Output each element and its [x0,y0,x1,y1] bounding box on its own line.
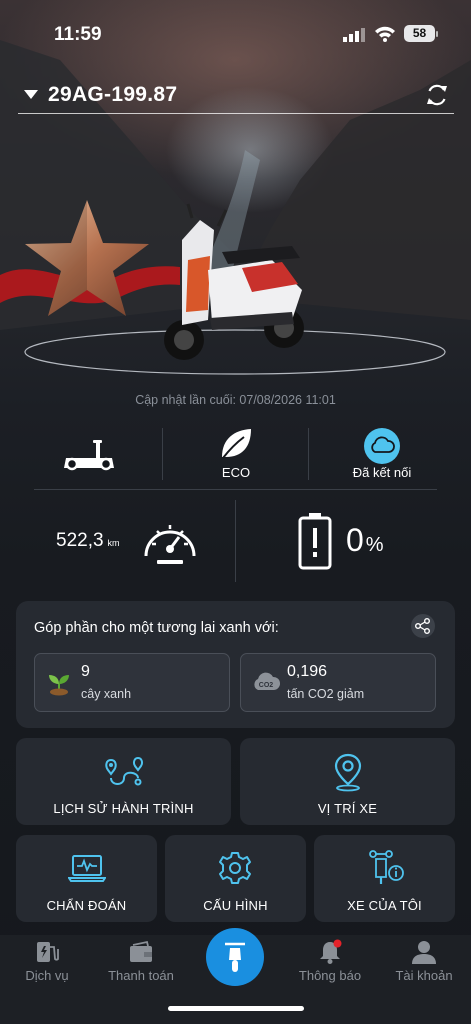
route-icon [105,756,143,786]
star-badge-icon [25,200,149,316]
trip-history-tile[interactable]: LỊCH SỬ HÀNH TRÌNH [16,738,231,825]
my-vehicle-label: XE CỦA TÔI [347,898,422,913]
battery-unit: % [365,534,384,556]
clock: 11:59 [54,24,102,45]
nav-payment-label: Thanh toán [108,968,174,983]
license-plate: 29AG-199.87 [48,83,178,106]
vehicle-selector[interactable]: 29AG-199.87 [18,78,454,114]
eco-mode-label: ECO [221,465,251,480]
configuration-label: CẤU HÌNH [203,898,268,913]
co2-badge-text: CO2 [259,682,274,689]
divider [34,489,437,490]
nav-notifications-label: Thông báo [298,968,362,983]
panel-title: Góp phần cho một tương lai xanh với: [34,620,279,636]
battery-indicator: 58 [404,25,435,42]
trees-value: 9 [81,663,90,680]
speedometer-icon [144,525,196,564]
battery-alert-icon [298,513,332,570]
sprout-icon [49,675,69,696]
diagnostics-label: CHẨN ĐOÁN [46,898,127,913]
configuration-tile[interactable]: CẤU HÌNH [165,835,306,922]
refresh-icon[interactable] [424,82,450,108]
trees-label: cây xanh [81,687,132,701]
charging-station-icon [37,942,59,962]
notification-dot [333,939,342,948]
co2-chip: CO2 0,196 tấn CO2 giảm [240,653,436,712]
gear-icon [219,852,251,884]
co2-cloud-icon: CO2 [254,672,281,690]
wifi-icon [375,26,395,42]
divider [235,500,236,582]
connection-status: Đã kết nối [352,465,412,480]
nav-services[interactable]: Dịch vụ [0,935,94,1005]
vehicle-location-label: VỊ TRÍ XE [317,801,378,816]
last-update-text: Cập nhật lần cuối: 07/08/2026 11:01 [135,393,336,407]
my-vehicle-tile[interactable]: XE CỦA TÔI [314,835,455,922]
range-unit: km [107,538,120,548]
co2-label: tấn CO2 giảm [287,687,365,701]
bell-icon [320,939,342,964]
nav-notifications[interactable]: Thông báo [283,935,377,1005]
scooter-image [164,203,304,360]
green-future-panel: Góp phần cho một tương lai xanh với: 9 c… [16,601,455,728]
nav-services-label: Dịch vụ [25,968,69,983]
caret-down-icon [24,90,38,99]
cloud-connected-icon [364,428,400,464]
scooter-front-icon [225,942,245,972]
user-icon [412,941,436,964]
divider [162,428,163,480]
range-readout: 522,3 km [56,530,120,552]
nav-account[interactable]: Tài khoản [377,935,471,1005]
range-value: 522,3 [56,530,104,551]
diagnostics-tile[interactable]: CHẨN ĐOÁN [16,835,157,922]
divider [308,428,309,480]
scooter-info-icon [369,850,404,884]
battery-level: 0% [346,522,384,559]
laptop-diagnostics-icon [68,855,106,882]
battery-value: 0 [346,522,364,558]
share-button[interactable] [411,614,435,638]
eco-leaf-icon [222,429,251,459]
vehicle-location-tile[interactable]: VỊ TRÍ XE [240,738,455,825]
vehicle-home-button[interactable] [206,928,264,986]
wallet-icon [130,940,152,962]
trees-chip: 9 cây xanh [34,653,230,712]
share-icon [414,617,430,634]
battery-tip [436,31,438,37]
location-pin-icon [334,753,362,792]
cellular-signal-icon [343,28,365,42]
co2-value: 0,196 [287,663,328,680]
status-bar: 11:59 58 [0,0,471,60]
nav-account-label: Tài khoản [395,968,453,983]
scooter-status-icon [64,440,114,471]
home-indicator [168,1006,304,1011]
nav-payment[interactable]: Thanh toán [94,935,188,1005]
trip-history-label: LỊCH SỬ HÀNH TRÌNH [53,801,194,816]
